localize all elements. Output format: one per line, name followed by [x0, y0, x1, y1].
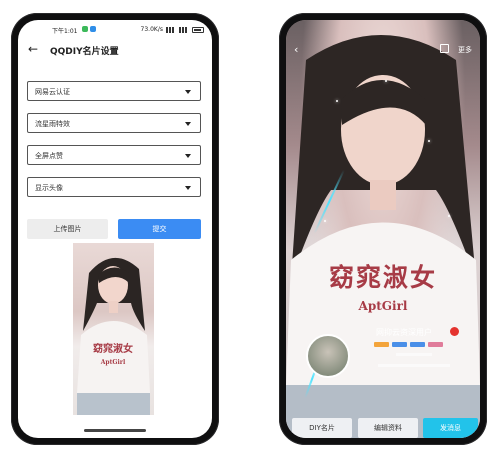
diy-card-button[interactable]: DIY名片 — [292, 418, 352, 438]
network-speed: 73.0K/s — [140, 26, 163, 33]
status-right: 73.0K/s — [141, 26, 204, 33]
app-notification-icon — [82, 26, 88, 32]
sparkle-effect — [428, 140, 430, 142]
chevron-down-icon — [185, 122, 191, 126]
portrait-illustration: 窈窕淑女 AptGirl — [77, 257, 150, 415]
sparkle-effect — [336, 100, 338, 102]
home-indicator[interactable] — [84, 429, 146, 432]
settings-screen: 下午1:01 73.0K/s ← QQDIY名片设置 网易云认证 流星雨特效 全… — [18, 20, 212, 438]
signal-icon — [166, 26, 176, 33]
submit-button[interactable]: 提交 — [118, 219, 201, 239]
profile-info-line — [396, 353, 432, 356]
sparkle-effect — [385, 80, 387, 82]
send-message-button[interactable]: 发消息 — [423, 418, 478, 438]
profile-top-bar: ‹ 更多 — [286, 42, 480, 62]
like-select[interactable]: 全屏点赞 — [27, 145, 201, 165]
avatar[interactable] — [306, 334, 350, 378]
shirt-text-en: AptGirl — [358, 299, 408, 313]
phone-left: 下午1:01 73.0K/s ← QQDIY名片设置 网易云认证 流星雨特效 全… — [11, 13, 219, 445]
tag-badge — [392, 342, 407, 347]
gallery-icon[interactable] — [440, 44, 449, 53]
profile-info-line — [378, 364, 450, 367]
sparkle-effect — [448, 215, 450, 217]
edit-profile-button[interactable]: 编辑资料 — [358, 418, 418, 438]
profile-card-screen: ‹ 更多 窈窕淑女 AptGirl 网抑云资深用户 DIY名片 编辑资料 发消息 — [286, 20, 480, 438]
select-value: 全屏点赞 — [35, 152, 63, 160]
sparkle-effect — [324, 220, 326, 222]
wifi-icon — [179, 26, 189, 33]
page-title: QQDIY名片设置 — [50, 47, 119, 57]
profile-name: 网抑云资深用户 — [376, 328, 432, 337]
tag-badge — [410, 342, 425, 347]
preview-caption-en: AptGirl — [100, 359, 126, 366]
preview-image: 窈窕淑女 AptGirl — [73, 243, 154, 415]
select-value: 网易云认证 — [35, 88, 70, 96]
more-button[interactable]: 更多 — [458, 45, 472, 55]
status-time: 下午1:01 — [52, 28, 78, 35]
chevron-down-icon — [185, 154, 191, 158]
auth-select[interactable]: 网易云认证 — [27, 81, 201, 101]
netease-badge-icon — [450, 327, 459, 336]
upload-image-button[interactable]: 上传图片 — [27, 219, 108, 239]
tag-badge — [374, 342, 389, 347]
shirt-text-cn: 窈窕淑女 — [328, 263, 437, 292]
effect-select[interactable]: 流星雨特效 — [27, 113, 201, 133]
status-bar: 下午1:01 73.0K/s — [18, 20, 212, 40]
select-value: 流星雨特效 — [35, 120, 70, 128]
title-bar: ← QQDIY名片设置 — [18, 40, 212, 62]
preview-caption-cn: 窈窕淑女 — [93, 342, 133, 355]
shirt-print: 窈窕淑女 AptGirl — [286, 258, 480, 313]
app-notification-icon — [90, 26, 96, 32]
avatar-select[interactable]: 显示头像 — [27, 177, 201, 197]
battery-icon — [192, 26, 204, 33]
tag-badge — [428, 342, 443, 347]
chevron-down-icon — [185, 90, 191, 94]
select-value: 显示头像 — [35, 184, 63, 192]
phone-right: ‹ 更多 窈窕淑女 AptGirl 网抑云资深用户 DIY名片 编辑资料 发消息 — [279, 13, 487, 445]
back-chevron-icon[interactable]: ‹ — [294, 43, 298, 56]
chevron-down-icon — [185, 186, 191, 190]
profile-tags — [374, 342, 443, 347]
back-arrow-icon[interactable]: ← — [28, 42, 38, 56]
